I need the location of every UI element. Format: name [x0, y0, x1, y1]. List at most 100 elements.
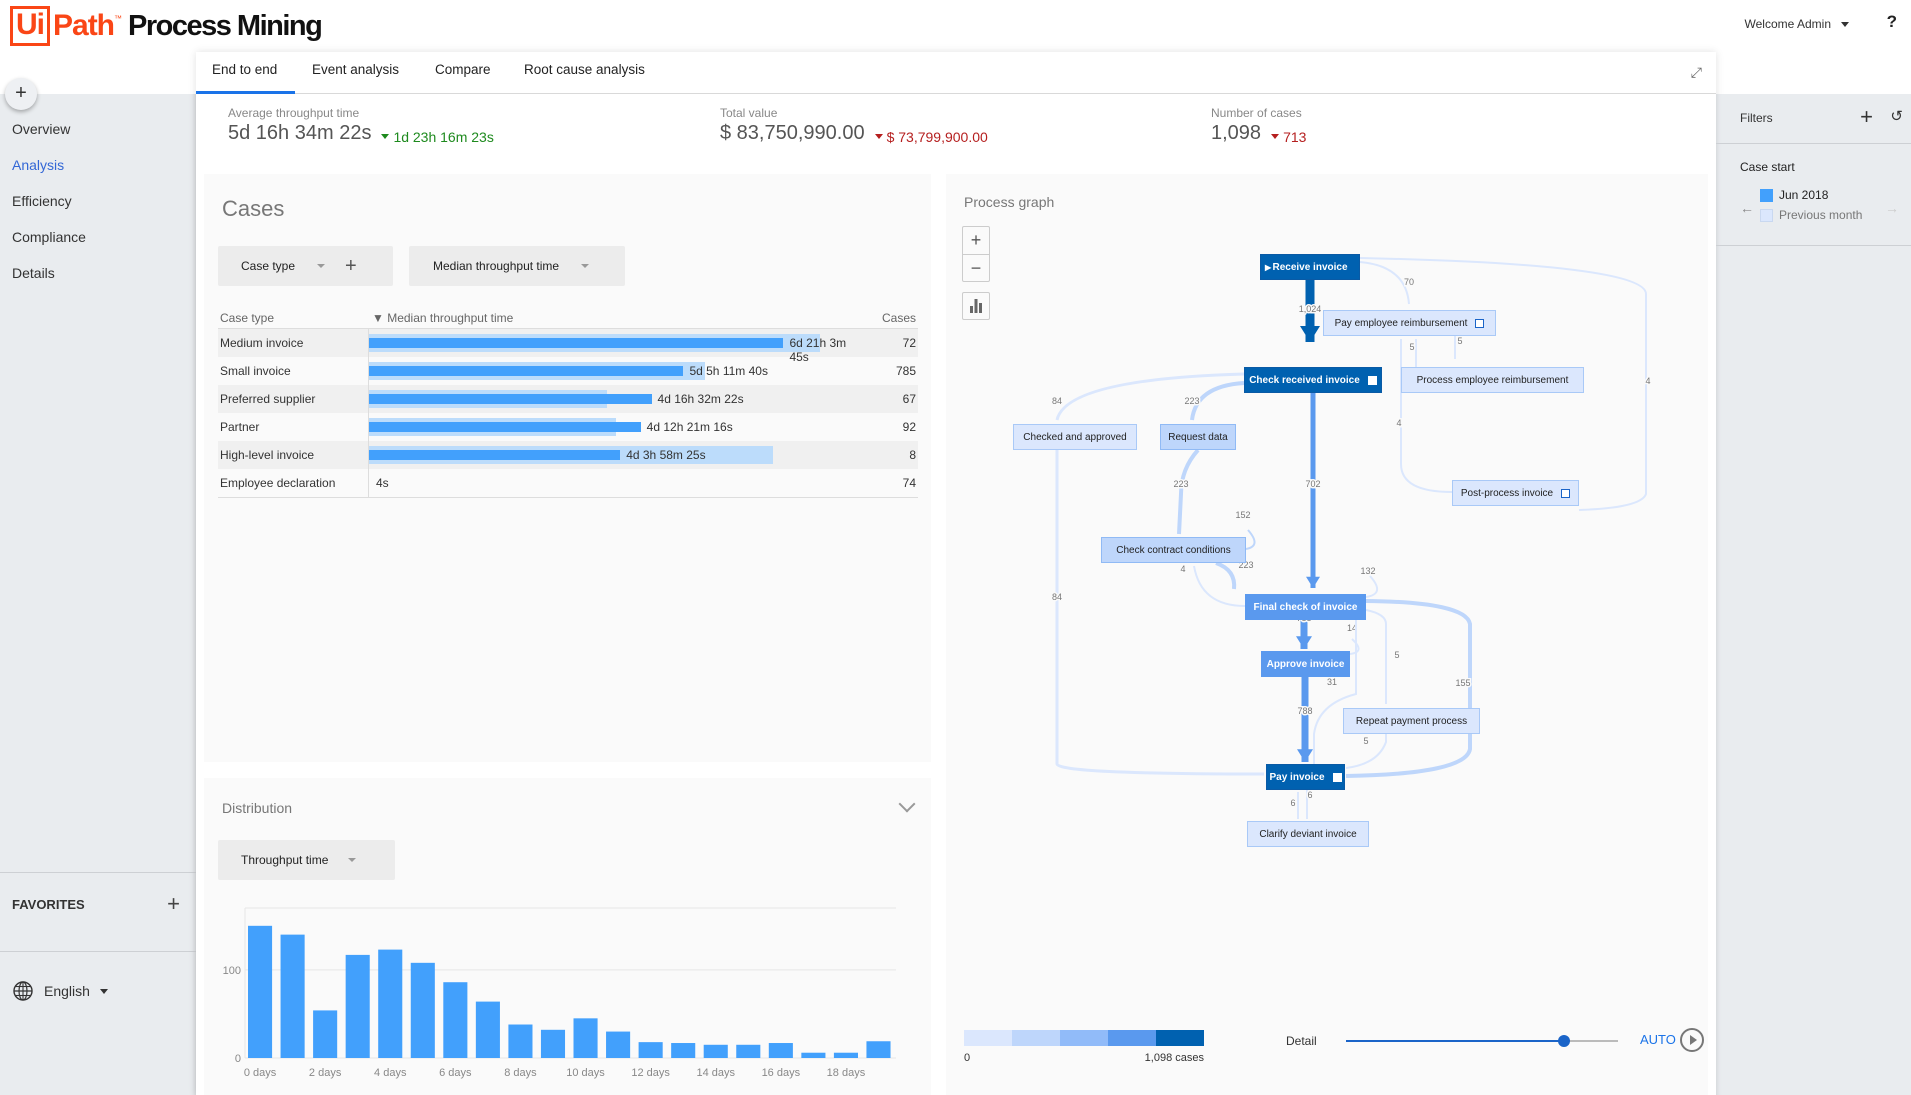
play-icon[interactable] [1680, 1028, 1704, 1052]
process-node-checked[interactable]: Checked and approved [1013, 424, 1137, 450]
col-header-case-type[interactable]: Case type [218, 311, 368, 325]
legend-swatch [1760, 188, 1773, 202]
process-node-post[interactable]: Post-process invoice [1452, 480, 1579, 506]
sidebar-item-details[interactable]: Details [12, 262, 86, 298]
process-edge[interactable] [1349, 638, 1360, 655]
process-edge[interactable] [1365, 575, 1378, 598]
edge-count-label: 132 [1360, 566, 1375, 576]
decrease-icon [1271, 134, 1280, 139]
case-type-dropdown[interactable]: Case type + [218, 246, 393, 286]
histogram-bar [345, 954, 370, 1058]
language-selector[interactable]: English [12, 980, 108, 1002]
sidebar-item-analysis[interactable]: Analysis [12, 154, 86, 190]
process-node-request[interactable]: Request data [1160, 424, 1236, 450]
process-edge[interactable] [1190, 381, 1245, 421]
kpi-strip: Average throughput time 5d 16h 34m 22s 1… [196, 94, 1716, 174]
process-edge[interactable] [1345, 599, 1472, 778]
histogram-bar [508, 1024, 533, 1058]
sidebar-item-compliance[interactable]: Compliance [12, 226, 86, 262]
process-node-check-recv[interactable]: Check received invoice [1244, 367, 1382, 393]
process-node-final[interactable]: Final check of invoice [1245, 594, 1366, 620]
edge-count-label: 1,024 [1299, 304, 1322, 314]
process-edge[interactable] [1400, 339, 1453, 493]
sidebar-item-efficiency[interactable]: Efficiency [12, 190, 86, 226]
end-marker-icon [1367, 375, 1377, 385]
process-node-pay[interactable]: Pay invoice [1266, 764, 1345, 790]
table-row[interactable]: High-level invoice 4d 3h 58m 25s 8 [218, 441, 918, 469]
edge-count-label: 70 [1404, 277, 1414, 287]
table-row[interactable]: Employee declaration 4s 74 [218, 469, 918, 497]
help-icon[interactable]: ? [1887, 12, 1897, 32]
add-filter-button[interactable]: + [1860, 104, 1873, 130]
node-label: Checked and approved [1023, 431, 1127, 443]
process-node-approve[interactable]: Approve invoice [1261, 651, 1350, 677]
current-period-bar [369, 422, 641, 432]
node-label: Clarify deviant invoice [1259, 828, 1357, 840]
user-menu[interactable]: Welcome Admin [1745, 17, 1849, 31]
process-node-clarify[interactable]: Clarify deviant invoice [1247, 821, 1369, 847]
histogram-bar [606, 1031, 631, 1058]
node-label: Request data [1168, 431, 1228, 443]
kpi-number-of-cases: Number of cases 1,098 713 [1211, 106, 1306, 145]
tab-root-cause-analysis[interactable]: Root cause analysis [524, 52, 645, 94]
cases-table: Case type ▼ Median throughput time Cases… [218, 307, 918, 498]
process-node-pay-emp[interactable]: Pay employee reimbursement [1323, 310, 1496, 336]
process-node-contract[interactable]: Check contract conditions [1101, 537, 1246, 563]
node-label: Post-process invoice [1460, 487, 1554, 499]
tab-event-analysis[interactable]: Event analysis [312, 52, 399, 94]
process-edge[interactable] [1193, 565, 1246, 607]
kpi-value: 1,098 [1211, 122, 1262, 144]
tab-end-to-end[interactable]: End to end [196, 52, 295, 94]
legend-label: Jun 2018 [1779, 188, 1829, 202]
process-edge[interactable] [1313, 609, 1367, 764]
edge-count-label: 702 [1305, 479, 1320, 489]
filters-title: Filters [1740, 111, 1773, 125]
favorites-label: FAVORITES [12, 897, 85, 912]
add-favorite-button[interactable]: + [167, 891, 180, 917]
reset-icon[interactable]: ↺ [1890, 107, 1903, 125]
edge-arrowhead [1300, 326, 1320, 342]
table-row[interactable]: Medium invoice 6d 21h 3m 45s 72 [218, 329, 918, 364]
edge-count-label: 5 [1409, 342, 1414, 352]
throughput-time-dropdown[interactable]: Throughput time [218, 840, 395, 880]
legend-label: Previous month [1779, 208, 1863, 222]
metric-dropdown[interactable]: Median throughput time [409, 246, 625, 286]
node-label: Check received invoice [1249, 374, 1360, 386]
detail-slider[interactable] [1346, 1035, 1618, 1047]
arrow-left-icon[interactable]: ← [1740, 200, 1754, 216]
col-header-median-throughput[interactable]: ▼ Median throughput time [368, 311, 868, 325]
table-row[interactable]: Small invoice 5d 5h 11m 40s 785 [218, 357, 918, 385]
decrease-icon [381, 134, 390, 139]
sidebar-item-overview[interactable]: Overview [12, 118, 86, 154]
process-node-repeat[interactable]: Repeat payment process [1343, 708, 1480, 734]
uipath-logo[interactable]: Ui Path ™ Process Mining [10, 6, 323, 46]
edge-count-label: 84 [1052, 592, 1062, 602]
node-label: Pay employee reimbursement [1334, 317, 1468, 329]
process-node-receive[interactable]: ▶ Receive invoice [1260, 254, 1360, 280]
process-graph-panel: Process graph + − 1,024 70 4 5 5 4 84 223 702 223… [946, 174, 1708, 1095]
col-header-cases[interactable]: Cases [868, 311, 918, 325]
process-edge[interactable] [1215, 561, 1237, 590]
arrow-right-icon[interactable]: → [1885, 200, 1899, 216]
end-marker-icon [1475, 318, 1485, 328]
expand-icon[interactable]: ⤢ [1691, 64, 1702, 81]
process-edge[interactable] [1055, 372, 1245, 421]
process-node-proc-emp[interactable]: Process employee reimbursement [1401, 367, 1584, 393]
table-row[interactable]: Partner 4d 12h 21m 16s 92 [218, 413, 918, 441]
auto-button[interactable]: AUTO [1640, 1032, 1676, 1047]
chevron-down-icon[interactable] [898, 795, 916, 813]
process-edge[interactable] [1359, 261, 1410, 305]
process-edge[interactable] [1365, 609, 1387, 704]
add-dimension-button[interactable]: + [345, 255, 357, 278]
process-edge[interactable] [1177, 448, 1200, 535]
cases-panel: Cases Case type + Median throughput time… [204, 174, 931, 762]
kpi-avg-throughput: Average throughput time 5d 16h 34m 22s 1… [228, 106, 494, 145]
table-row[interactable]: Preferred supplier 4d 16h 32m 22s 67 [218, 385, 918, 413]
tab-compare[interactable]: Compare [435, 52, 491, 94]
process-edge[interactable] [1055, 450, 1265, 776]
process-edge[interactable] [1245, 529, 1256, 550]
sidebar-nav: Overview Analysis Efficiency Compliance … [12, 118, 86, 298]
dropdown-label: Median throughput time [433, 259, 560, 273]
add-button[interactable]: + [5, 78, 37, 110]
slider-handle[interactable] [1557, 1035, 1570, 1047]
